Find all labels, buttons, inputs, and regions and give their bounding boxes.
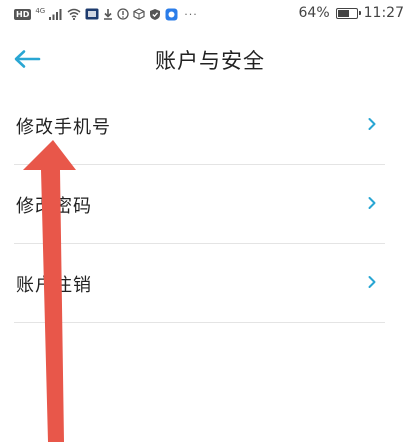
page-title: 账户与安全 [155,49,265,73]
chevron-right-icon [368,118,376,130]
settings-menu-list: 修改手机号 修改密码 账户注销 [14,86,385,323]
status-bar: HD 4G ··· 64% 11:27 [0,0,420,30]
menu-item-change-phone[interactable]: 修改手机号 [14,86,385,165]
hd-badge: HD [14,8,32,20]
status-icons-right: 64% 11:27 [299,5,404,21]
app-notification-icon [85,7,99,21]
more-notifications-indicator: ··· [184,7,198,21]
menu-item-label: 账户注销 [16,275,92,296]
download-icon [103,7,113,21]
menu-item-change-password[interactable]: 修改密码 [14,165,385,244]
wifi-icon [67,7,81,21]
menu-item-cancel-account[interactable]: 账户注销 [14,244,385,323]
chevron-right-icon [368,197,376,209]
cube-icon [133,7,145,21]
shield-icon [149,7,161,21]
menu-item-label: 修改密码 [16,196,92,217]
battery-percentage: 64% [298,5,330,21]
account-security-screen: HD 4G ··· 64% 11:27 账户与安全 修改手机号 修改密码 账户注… [0,0,420,442]
warning-icon [117,7,129,21]
title-bar: 账户与安全 [0,30,420,90]
clock-time: 11:27 [363,5,404,21]
network-type-label: 4G [35,6,46,15]
chevron-right-icon [368,276,376,288]
menu-item-label: 修改手机号 [16,117,111,138]
status-icons-left: HD 4G ··· [14,6,198,22]
app-badge-icon [165,7,178,21]
battery-level-fill [337,9,349,17]
signal-icon [49,7,63,21]
battery-icon [335,7,361,19]
